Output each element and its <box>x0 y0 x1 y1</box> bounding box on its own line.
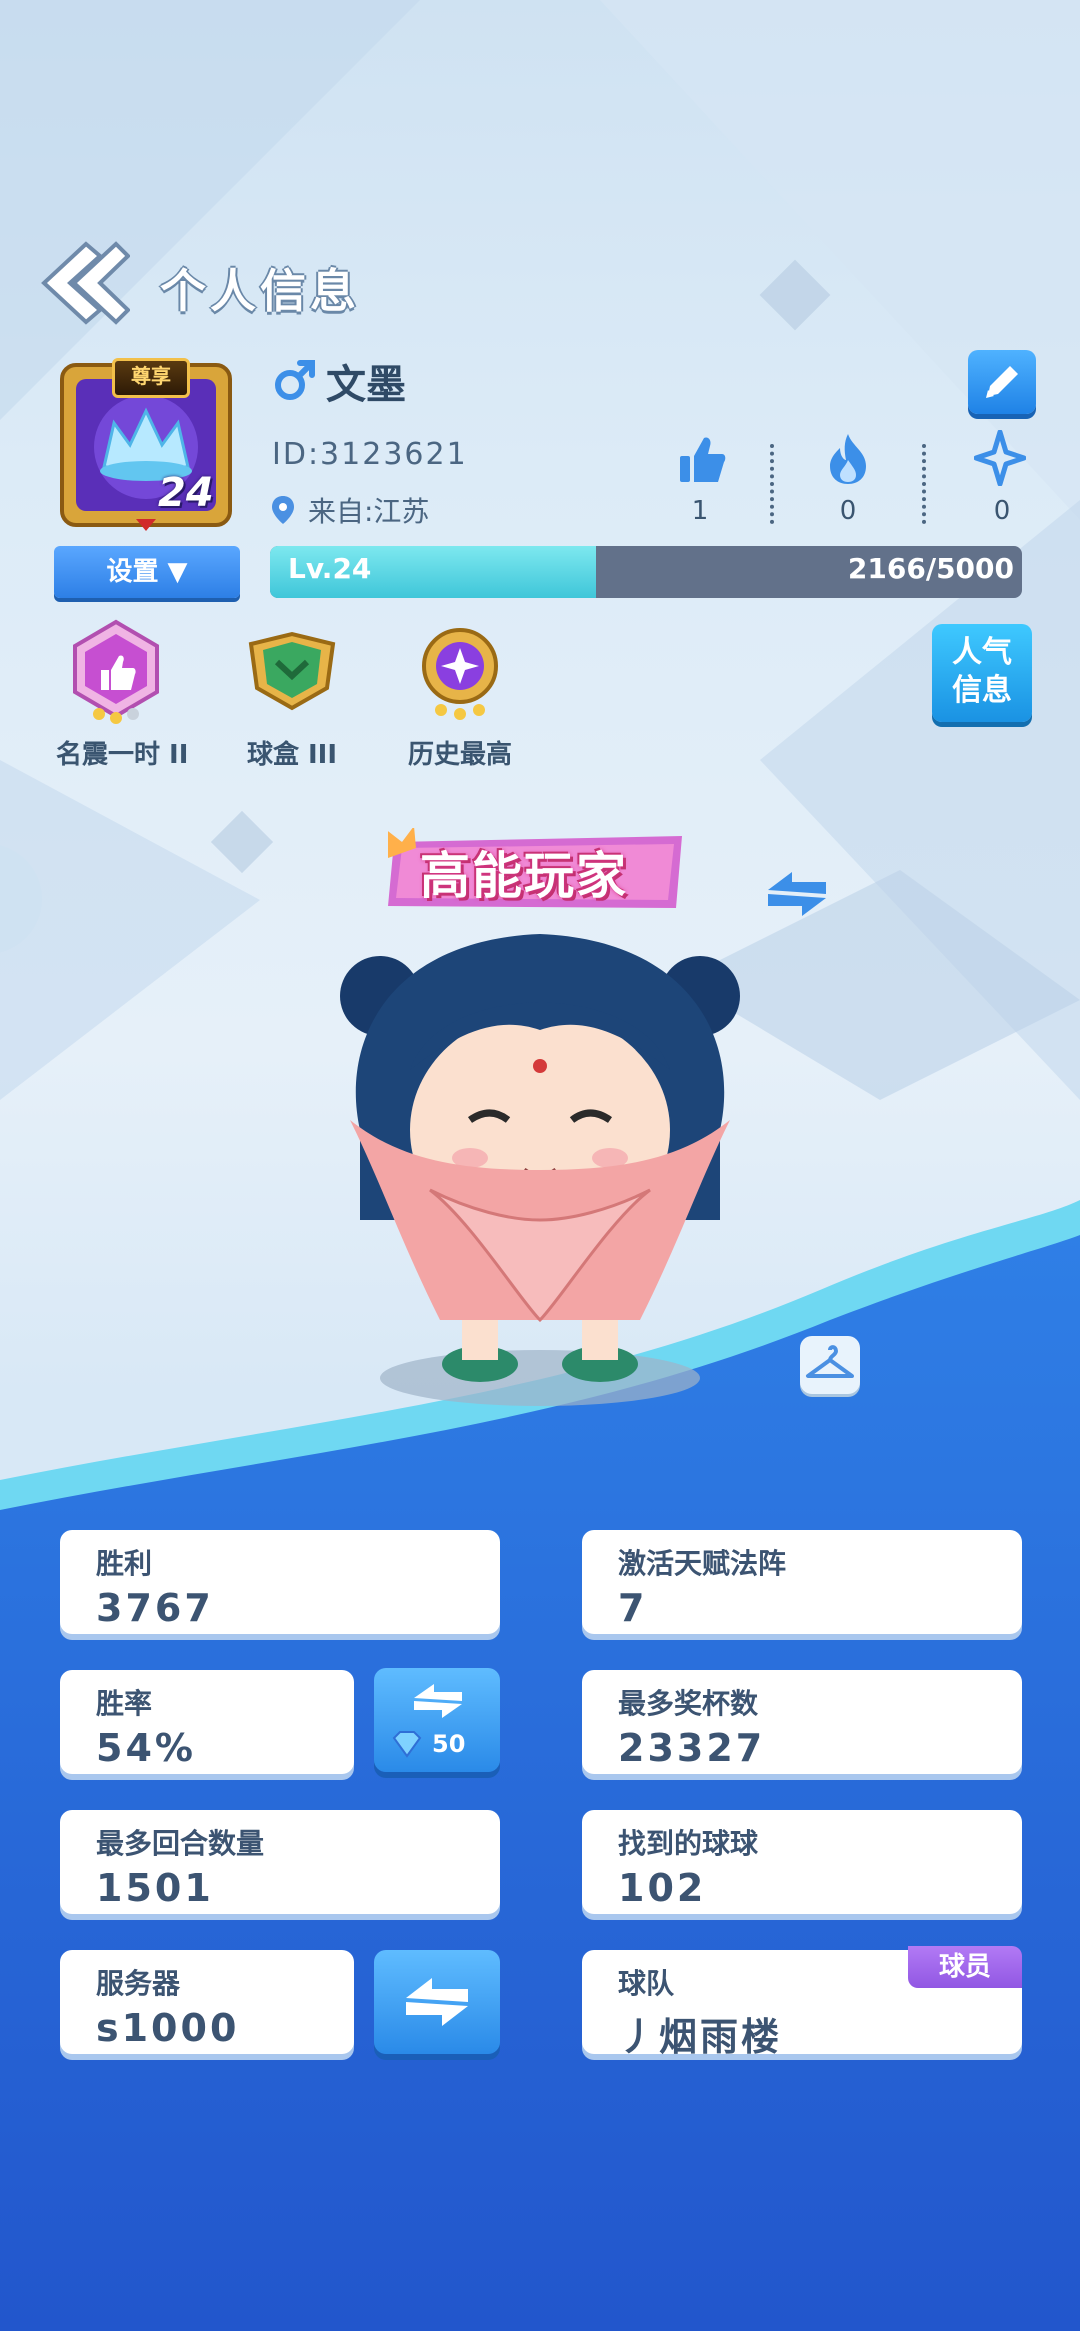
trophies-card: 最多奖杯数 23327 <box>582 1670 1022 1774</box>
talent-card: 激活天赋法阵 7 <box>582 1530 1022 1634</box>
male-gender-icon <box>275 360 315 400</box>
pencil-icon <box>986 366 1018 398</box>
server-card: 服务器 s1000 <box>60 1950 354 2054</box>
switch-server-button[interactable] <box>374 1950 500 2054</box>
trophies-label: 最多奖杯数 <box>618 1687 759 1720</box>
fire-icon[interactable] <box>822 430 874 486</box>
location-pin-icon <box>272 496 294 524</box>
settings-dropdown-button[interactable]: 设置 ▼ <box>54 546 240 598</box>
refresh-icon <box>406 1978 468 2026</box>
back-icon[interactable] <box>38 240 130 326</box>
avatar-level: 24 <box>158 470 214 516</box>
talent-value: 7 <box>618 1586 648 1630</box>
achievement-ball-box[interactable]: 球盒 III <box>232 618 352 771</box>
likes-count: 1 <box>691 496 709 526</box>
user-id: ID:3123621 <box>272 437 468 472</box>
username: 文墨 <box>326 362 406 408</box>
talent-label: 激活天赋法阵 <box>618 1547 787 1580</box>
achievement-label: 名震一时 II <box>56 740 189 770</box>
stat-divider <box>922 444 930 524</box>
achievement-label: 历史最高 <box>407 740 512 770</box>
winrate-card: 胜率 54% <box>60 1670 354 1774</box>
team-role-badge: 球员 <box>908 1946 1022 1988</box>
balls-value: 102 <box>618 1866 707 1910</box>
thumbs-up-icon[interactable] <box>676 432 728 488</box>
wins-label: 胜利 <box>96 1547 153 1580</box>
gem-medal-icon <box>422 628 498 720</box>
wardrobe-button[interactable] <box>800 1336 860 1394</box>
trophies-value: 23327 <box>618 1726 766 1770</box>
achievement-highest[interactable]: 历史最高 <box>400 618 520 771</box>
edit-profile-button[interactable] <box>968 350 1036 414</box>
team-label: 球队 <box>618 1967 675 2000</box>
rounds-label: 最多回合数量 <box>96 1827 265 1860</box>
clothes-hanger-icon <box>806 1345 854 1378</box>
achievement-renowned[interactable]: 名震一时 II <box>56 618 189 771</box>
title-banner-text: 高能玩家 <box>420 847 628 905</box>
fire-count: 0 <box>839 496 857 526</box>
player-level: Lv.24 <box>288 552 372 585</box>
player-character <box>340 934 740 1406</box>
popularity-info-button[interactable]: 人气 信息 <box>932 624 1032 722</box>
server-label: 服务器 <box>96 1967 181 2000</box>
xp-value: 2166/5000 <box>847 552 1014 585</box>
winrate-label: 胜率 <box>96 1687 153 1720</box>
winrate-value: 54% <box>96 1726 196 1770</box>
sparkle-star-icon[interactable] <box>974 430 1026 486</box>
balls-label: 找到的球球 <box>618 1827 759 1860</box>
wins-value: 3767 <box>96 1586 214 1630</box>
shield-badge-icon <box>248 631 336 711</box>
achievement-label: 球盒 III <box>246 740 338 770</box>
wins-card: 胜利 3767 <box>60 1530 500 1634</box>
server-value: s1000 <box>96 2006 240 2050</box>
user-location: 来自:江苏 <box>308 495 430 528</box>
stat-divider <box>770 444 778 524</box>
stars-count: 0 <box>993 496 1011 526</box>
reset-winrate-button[interactable]: 50 <box>374 1668 500 1772</box>
rounds-value: 1501 <box>96 1866 214 1910</box>
diamond-icon <box>392 1731 422 1758</box>
refresh-icon <box>414 1684 462 1718</box>
page-title: 个人信息 <box>160 264 360 318</box>
popularity-label-line2: 信息 <box>952 673 1012 708</box>
winrate-reset-cost: 50 <box>432 1730 466 1758</box>
vip-badge: 尊享 <box>112 358 190 398</box>
popularity-label-line1: 人气 <box>952 635 1012 670</box>
balls-card: 找到的球球 102 <box>582 1810 1022 1914</box>
thumbs-up-medal-icon <box>73 619 159 724</box>
refresh-icon[interactable] <box>762 868 832 920</box>
rounds-card: 最多回合数量 1501 <box>60 1810 500 1914</box>
team-value: 丿烟雨楼 <box>618 2015 783 2059</box>
